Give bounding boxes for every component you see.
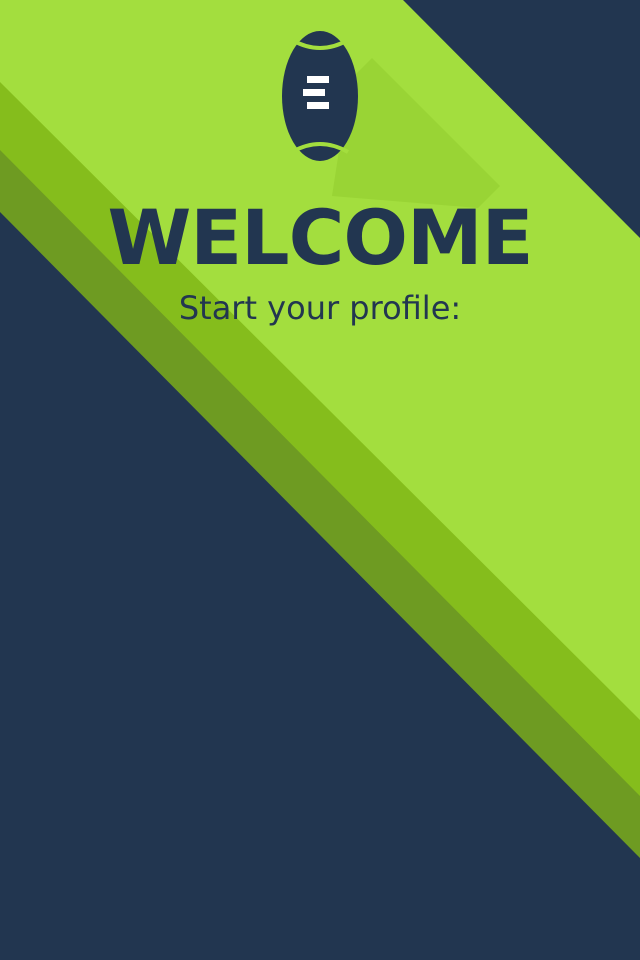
- football-icon: [282, 31, 358, 161]
- welcome-title: WELCOME: [107, 193, 533, 282]
- start-profile-subtitle: Start your profile:: [178, 289, 462, 327]
- welcome-screen: WELCOME Start your profile:: [0, 0, 640, 960]
- lace-bottom: [307, 102, 329, 109]
- lace-middle: [303, 89, 325, 96]
- lace-top: [307, 76, 329, 83]
